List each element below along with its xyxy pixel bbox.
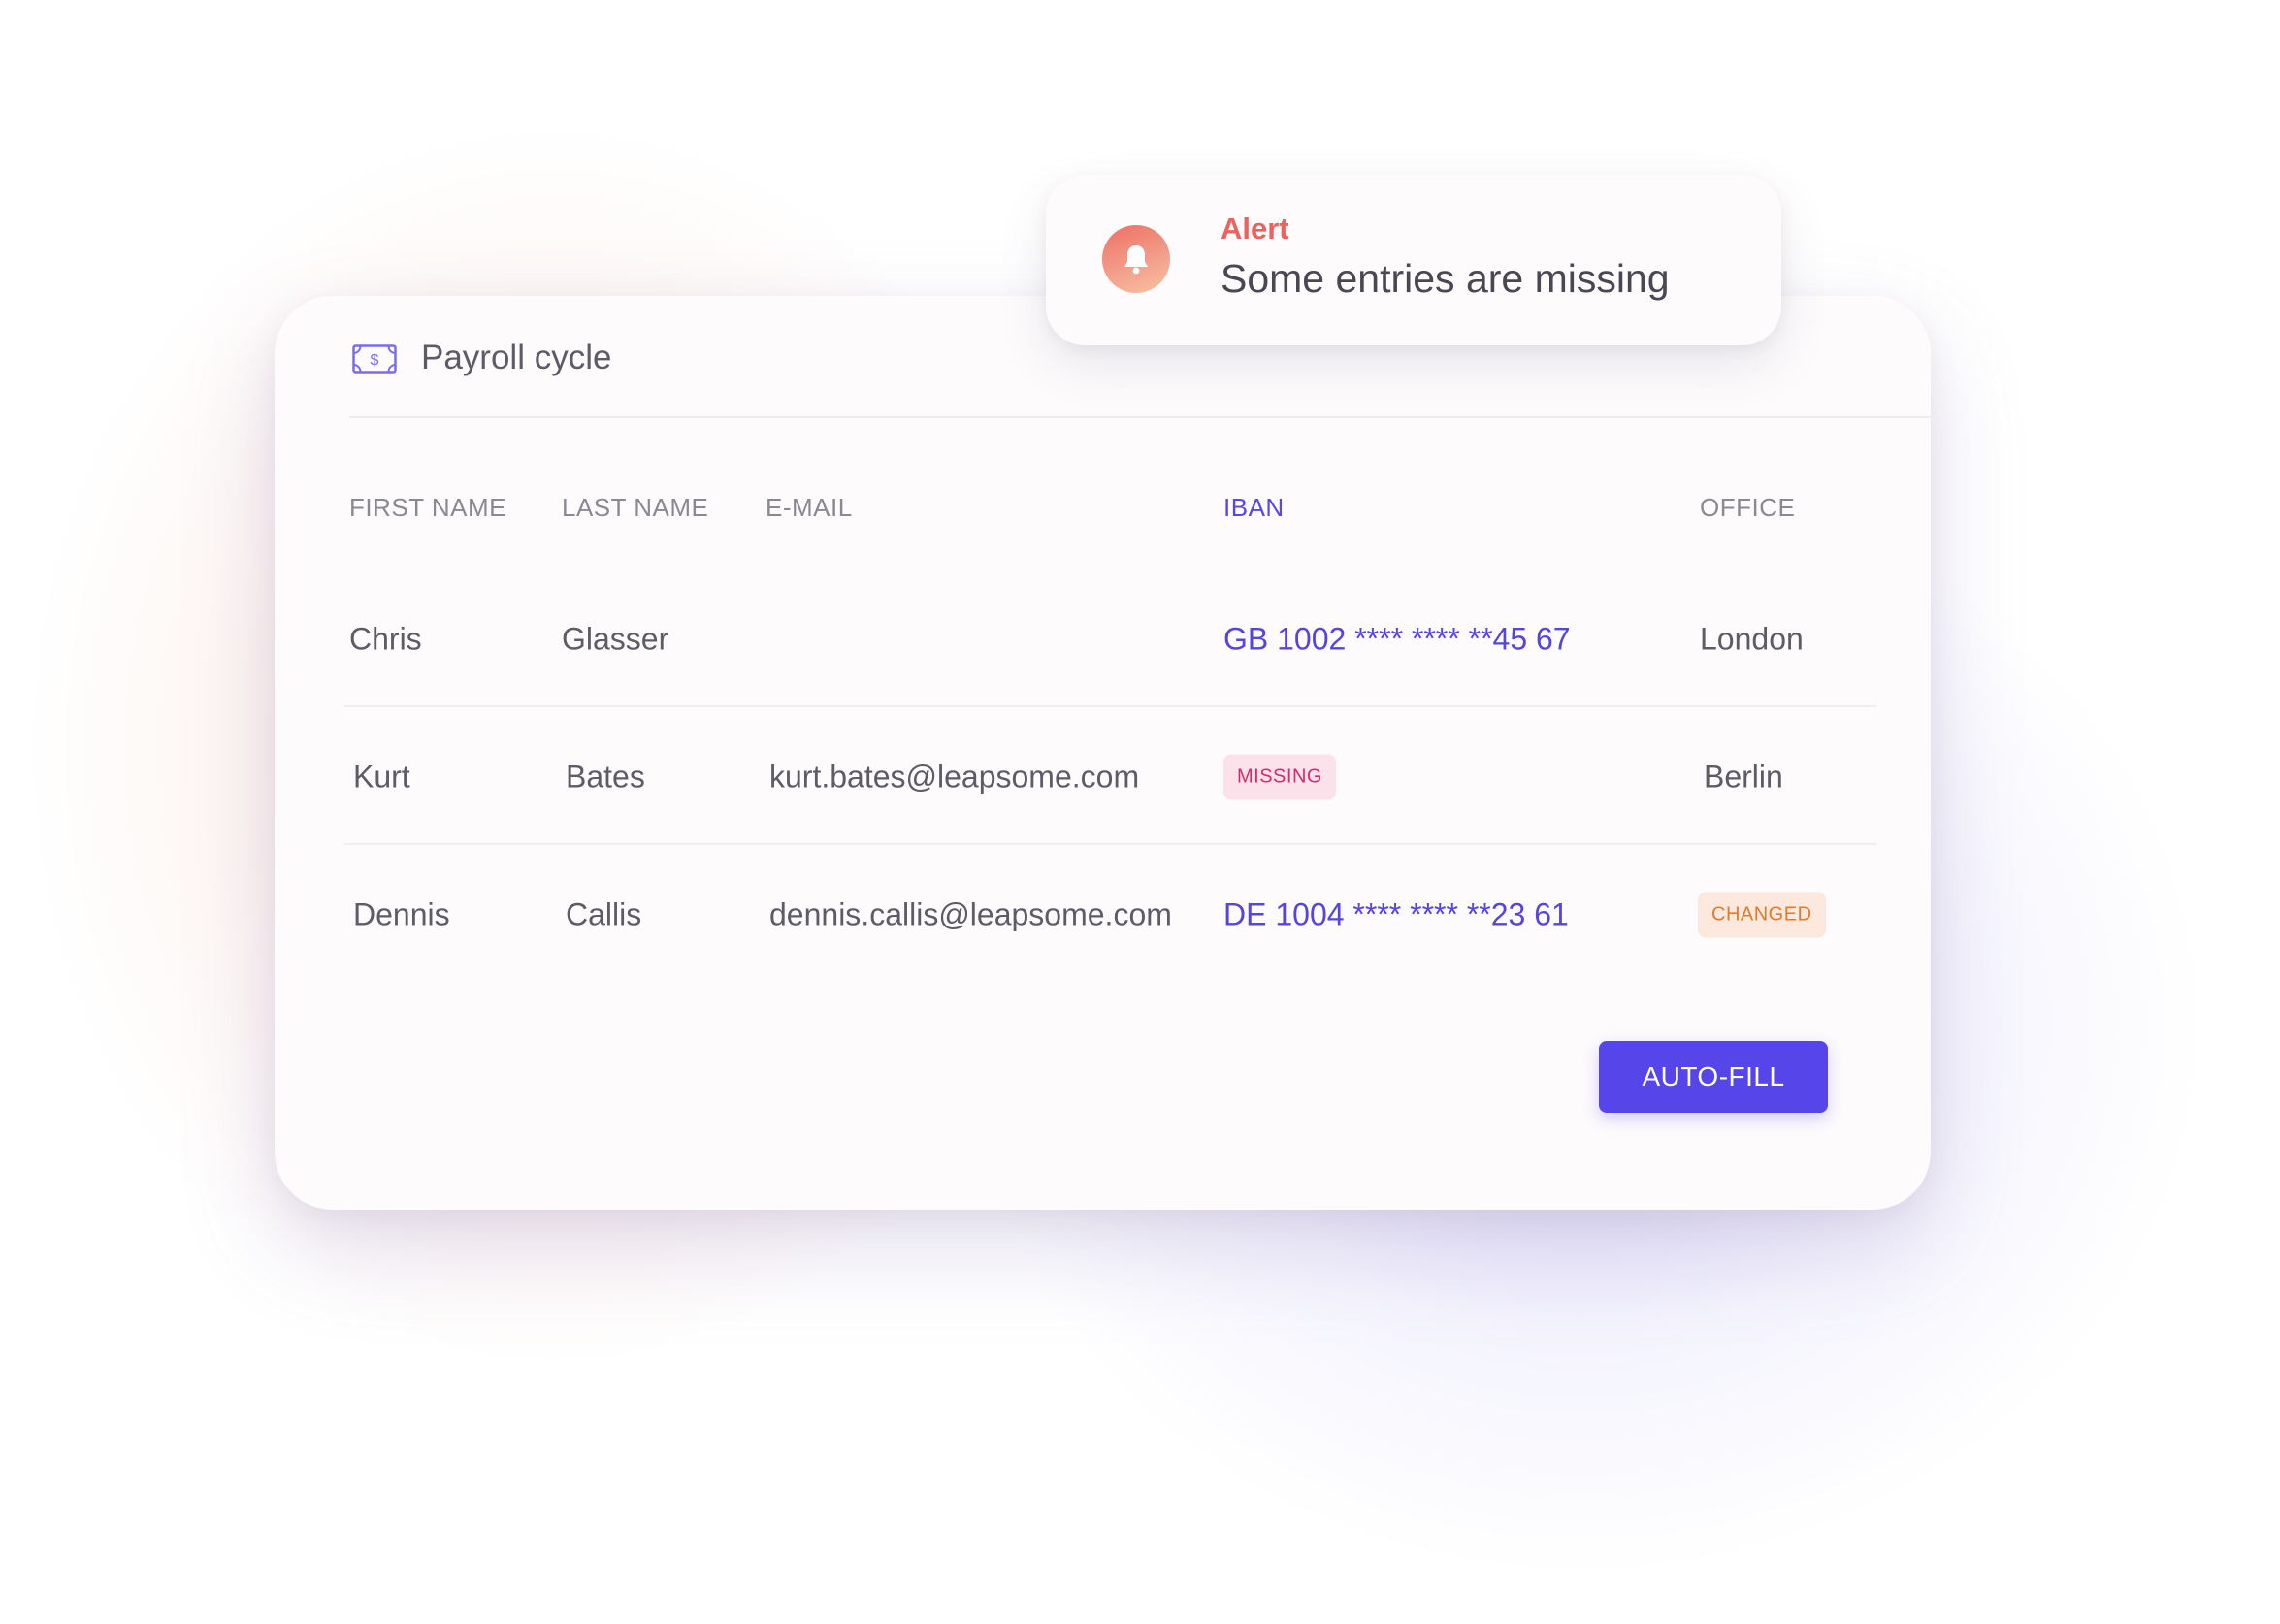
table-row[interactable]: Kurt Bates kurt.bates@leapsome.com MISSI…	[344, 709, 1877, 845]
column-header-office[interactable]: OFFICE	[1700, 493, 1795, 523]
column-header-email[interactable]: E-MAIL	[765, 493, 853, 523]
payroll-card: $ Payroll cycle FIRST NAME LAST NAME E-M…	[275, 296, 1931, 1210]
changed-badge[interactable]: CHANGED	[1698, 892, 1826, 938]
cell-office: Berlin	[1704, 759, 1783, 795]
table-row[interactable]: Chris Glasser GB 1002 **** **** **45 67 …	[344, 571, 1877, 707]
alert-toast[interactable]: Alert Some entries are missing	[1046, 175, 1781, 345]
cell-email[interactable]: kurt.bates@leapsome.com	[769, 760, 1139, 796]
cell-email[interactable]: dennis.callis@leapsome.com	[769, 897, 1172, 933]
cell-office: London	[1700, 621, 1804, 657]
bell-icon	[1102, 225, 1170, 293]
column-header-last-name[interactable]: LAST NAME	[562, 493, 708, 523]
cell-last-name: Glasser	[562, 621, 669, 657]
column-header-iban[interactable]: IBAN	[1223, 493, 1285, 523]
svg-text:$: $	[371, 352, 379, 369]
cell-iban[interactable]: DE 1004 **** **** **23 61	[1223, 897, 1569, 933]
cell-first-name: Kurt	[353, 759, 410, 795]
auto-fill-button[interactable]: AUTO-FILL	[1599, 1041, 1828, 1113]
card-title: Payroll cycle	[421, 339, 612, 376]
cell-last-name: Bates	[566, 759, 645, 795]
header-divider	[349, 416, 1931, 418]
column-header-first-name[interactable]: FIRST NAME	[349, 493, 506, 523]
cell-first-name: Chris	[349, 621, 422, 657]
cell-iban[interactable]: GB 1002 **** **** **45 67	[1223, 622, 1571, 658]
row-divider	[344, 705, 1877, 707]
table-row[interactable]: Dennis Callis dennis.callis@leapsome.com…	[344, 847, 1877, 983]
missing-badge[interactable]: MISSING	[1223, 754, 1336, 800]
alert-label: Alert	[1221, 211, 1289, 245]
money-icon: $	[352, 344, 397, 374]
row-divider	[344, 843, 1877, 845]
cell-first-name: Dennis	[353, 896, 450, 932]
alert-message: Some entries are missing	[1221, 256, 1670, 301]
cell-last-name: Callis	[566, 896, 642, 932]
